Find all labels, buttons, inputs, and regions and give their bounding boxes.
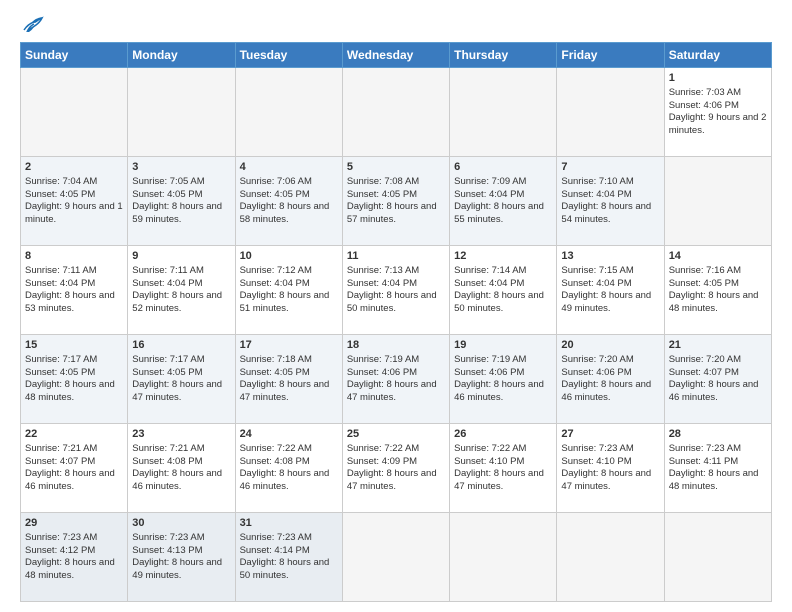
calendar-day-27: 27Sunrise: 7:23 AMSunset: 4:10 PMDayligh… bbox=[557, 424, 664, 513]
calendar-day-31: 31Sunrise: 7:23 AMSunset: 4:14 PMDayligh… bbox=[235, 513, 342, 602]
calendar-day-18: 18Sunrise: 7:19 AMSunset: 4:06 PMDayligh… bbox=[342, 335, 449, 424]
calendar-day-7: 7Sunrise: 7:10 AMSunset: 4:04 PMDaylight… bbox=[557, 157, 664, 246]
empty-cell bbox=[342, 68, 449, 157]
empty-cell bbox=[342, 513, 449, 602]
calendar-day-28: 28Sunrise: 7:23 AMSunset: 4:11 PMDayligh… bbox=[664, 424, 771, 513]
calendar-day-12: 12Sunrise: 7:14 AMSunset: 4:04 PMDayligh… bbox=[450, 246, 557, 335]
calendar-week-2: 2Sunrise: 7:04 AMSunset: 4:05 PMDaylight… bbox=[21, 157, 772, 246]
calendar-day-16: 16Sunrise: 7:17 AMSunset: 4:05 PMDayligh… bbox=[128, 335, 235, 424]
empty-cell bbox=[557, 513, 664, 602]
empty-cell bbox=[128, 68, 235, 157]
calendar-header-friday: Friday bbox=[557, 43, 664, 68]
calendar-header-monday: Monday bbox=[128, 43, 235, 68]
calendar-day-20: 20Sunrise: 7:20 AMSunset: 4:06 PMDayligh… bbox=[557, 335, 664, 424]
calendar-day-17: 17Sunrise: 7:18 AMSunset: 4:05 PMDayligh… bbox=[235, 335, 342, 424]
calendar-header-saturday: Saturday bbox=[664, 43, 771, 68]
calendar-day-21: 21Sunrise: 7:20 AMSunset: 4:07 PMDayligh… bbox=[664, 335, 771, 424]
calendar-day-3: 3Sunrise: 7:05 AMSunset: 4:05 PMDaylight… bbox=[128, 157, 235, 246]
calendar-day-14: 14Sunrise: 7:16 AMSunset: 4:05 PMDayligh… bbox=[664, 246, 771, 335]
calendar-day-26: 26Sunrise: 7:22 AMSunset: 4:10 PMDayligh… bbox=[450, 424, 557, 513]
calendar-header-tuesday: Tuesday bbox=[235, 43, 342, 68]
empty-cell bbox=[450, 68, 557, 157]
empty-cell bbox=[557, 68, 664, 157]
empty-cell bbox=[235, 68, 342, 157]
calendar-day-25: 25Sunrise: 7:22 AMSunset: 4:09 PMDayligh… bbox=[342, 424, 449, 513]
calendar-day-15: 15Sunrise: 7:17 AMSunset: 4:05 PMDayligh… bbox=[21, 335, 128, 424]
calendar-week-3: 8Sunrise: 7:11 AMSunset: 4:04 PMDaylight… bbox=[21, 246, 772, 335]
calendar-day-6: 6Sunrise: 7:09 AMSunset: 4:04 PMDaylight… bbox=[450, 157, 557, 246]
calendar-week-6: 29Sunrise: 7:23 AMSunset: 4:12 PMDayligh… bbox=[21, 513, 772, 602]
calendar-table: SundayMondayTuesdayWednesdayThursdayFrid… bbox=[20, 42, 772, 602]
calendar-week-1: 1Sunrise: 7:03 AMSunset: 4:06 PMDaylight… bbox=[21, 68, 772, 157]
calendar-day-2: 2Sunrise: 7:04 AMSunset: 4:05 PMDaylight… bbox=[21, 157, 128, 246]
calendar-header-wednesday: Wednesday bbox=[342, 43, 449, 68]
logo bbox=[20, 16, 44, 34]
calendar-week-4: 15Sunrise: 7:17 AMSunset: 4:05 PMDayligh… bbox=[21, 335, 772, 424]
calendar-day-1: 1Sunrise: 7:03 AMSunset: 4:06 PMDaylight… bbox=[664, 68, 771, 157]
calendar-day-23: 23Sunrise: 7:21 AMSunset: 4:08 PMDayligh… bbox=[128, 424, 235, 513]
calendar-day-24: 24Sunrise: 7:22 AMSunset: 4:08 PMDayligh… bbox=[235, 424, 342, 513]
empty-cell bbox=[664, 157, 771, 246]
calendar-header-row: SundayMondayTuesdayWednesdayThursdayFrid… bbox=[21, 43, 772, 68]
calendar-header-sunday: Sunday bbox=[21, 43, 128, 68]
empty-cell bbox=[21, 68, 128, 157]
calendar-week-5: 22Sunrise: 7:21 AMSunset: 4:07 PMDayligh… bbox=[21, 424, 772, 513]
calendar-day-22: 22Sunrise: 7:21 AMSunset: 4:07 PMDayligh… bbox=[21, 424, 128, 513]
calendar-day-5: 5Sunrise: 7:08 AMSunset: 4:05 PMDaylight… bbox=[342, 157, 449, 246]
calendar-header-thursday: Thursday bbox=[450, 43, 557, 68]
empty-cell bbox=[664, 513, 771, 602]
calendar-day-10: 10Sunrise: 7:12 AMSunset: 4:04 PMDayligh… bbox=[235, 246, 342, 335]
page: SundayMondayTuesdayWednesdayThursdayFrid… bbox=[0, 0, 792, 612]
calendar-day-13: 13Sunrise: 7:15 AMSunset: 4:04 PMDayligh… bbox=[557, 246, 664, 335]
header bbox=[20, 16, 772, 34]
calendar-day-30: 30Sunrise: 7:23 AMSunset: 4:13 PMDayligh… bbox=[128, 513, 235, 602]
calendar-day-19: 19Sunrise: 7:19 AMSunset: 4:06 PMDayligh… bbox=[450, 335, 557, 424]
calendar-day-8: 8Sunrise: 7:11 AMSunset: 4:04 PMDaylight… bbox=[21, 246, 128, 335]
empty-cell bbox=[450, 513, 557, 602]
calendar-day-9: 9Sunrise: 7:11 AMSunset: 4:04 PMDaylight… bbox=[128, 246, 235, 335]
calendar-day-4: 4Sunrise: 7:06 AMSunset: 4:05 PMDaylight… bbox=[235, 157, 342, 246]
calendar-day-11: 11Sunrise: 7:13 AMSunset: 4:04 PMDayligh… bbox=[342, 246, 449, 335]
logo-bird-icon bbox=[22, 16, 44, 34]
calendar-day-29: 29Sunrise: 7:23 AMSunset: 4:12 PMDayligh… bbox=[21, 513, 128, 602]
